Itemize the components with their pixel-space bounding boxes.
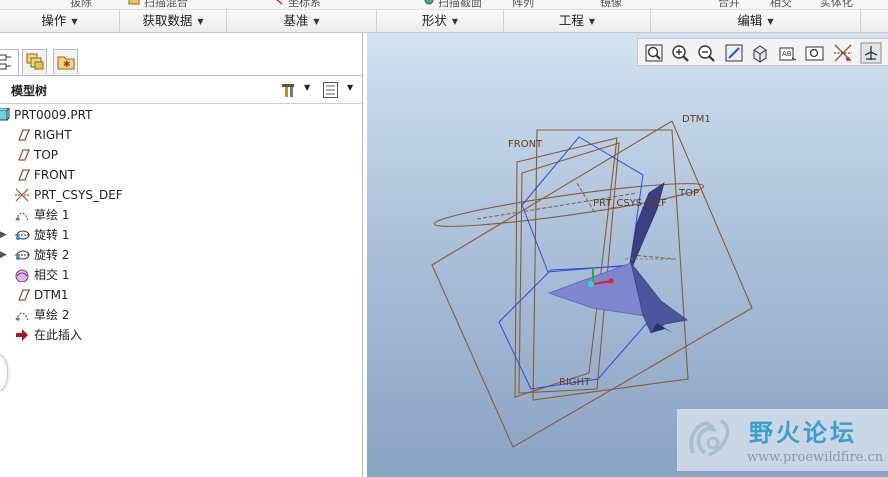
divider bbox=[0, 103, 362, 104]
group-editing-label: 编辑 bbox=[737, 13, 763, 28]
ribbon-command-1[interactable]: 扫描混合 bbox=[144, 0, 188, 9]
navigator-panel: ✱ 模型树 ▼ ▼ PRT0009.PRT RIGHT TOP FRONT PR… bbox=[0, 33, 363, 477]
chevron-down-icon: ▼ bbox=[767, 17, 774, 26]
group-get-data[interactable]: 获取数据 ▼ bbox=[120, 10, 227, 32]
tree-item-label: FRONT bbox=[34, 168, 75, 182]
datum-plane-right bbox=[532, 129, 689, 401]
chevron-down-icon[interactable]: ▼ bbox=[347, 83, 353, 101]
expand-arrow-icon[interactable]: ▶ bbox=[0, 246, 10, 264]
group-get-data-label: 获取数据 bbox=[142, 13, 193, 28]
surface-petal-upper bbox=[629, 182, 665, 266]
layer-tree-tab-icon[interactable] bbox=[22, 49, 47, 74]
revolve-icon bbox=[15, 230, 30, 240]
sketch-icon bbox=[15, 312, 29, 321]
model-tree-header: 模型树 ▼ ▼ bbox=[0, 79, 362, 101]
group-operations-label: 操作 bbox=[41, 13, 67, 28]
favorites-tab-icon[interactable]: ✱ bbox=[53, 49, 78, 74]
chevron-down-icon: ▼ bbox=[313, 17, 320, 26]
group-engineering-label: 工程 bbox=[558, 13, 584, 28]
tree-item-label: DTM1 bbox=[34, 288, 69, 302]
surface-petal-lower bbox=[630, 262, 688, 334]
tree-item-label: 在此插入 bbox=[34, 328, 83, 342]
ribbon-command-4[interactable]: 阵列 bbox=[512, 0, 534, 9]
refit-icon[interactable] bbox=[643, 42, 665, 64]
group-engineering[interactable]: 工程 ▼ bbox=[504, 10, 651, 32]
watermark-url: www.proewildfire.cn bbox=[747, 450, 884, 465]
tree-columns-icon[interactable] bbox=[322, 81, 340, 99]
chevron-down-icon: ▼ bbox=[451, 17, 459, 26]
zoom-out-icon[interactable] bbox=[695, 42, 717, 64]
ribbon-command-5[interactable]: 镜像 bbox=[600, 0, 622, 9]
saved-views-icon[interactable]: AB bbox=[777, 42, 799, 64]
group-editing[interactable]: 编辑 ▼ bbox=[651, 10, 861, 32]
wildfire-logo-icon bbox=[689, 419, 730, 457]
ribbon-group-bar: 操作 ▼ 获取数据 ▼ 基准 ▼ 形状 ▼ 工程 ▼ 编辑 ▼ bbox=[0, 10, 888, 33]
sweep-blend-icon[interactable] bbox=[128, 0, 140, 6]
tree-item-label: 旋转 1 bbox=[34, 228, 70, 242]
repaint-icon[interactable] bbox=[723, 42, 745, 64]
chevron-down-icon: ▼ bbox=[588, 17, 596, 26]
group-datum-label: 基准 bbox=[283, 13, 309, 28]
insert-here-arrow-icon bbox=[16, 329, 28, 341]
datum-plane-icon bbox=[18, 289, 30, 301]
coordinate-system-icon bbox=[15, 188, 29, 202]
tree-item-label: 相交 1 bbox=[34, 268, 70, 282]
ribbon-command-7[interactable]: 相交 bbox=[770, 0, 792, 9]
datum-label-right: RIGHT bbox=[559, 377, 591, 388]
chevron-down-icon[interactable]: ▼ bbox=[304, 83, 310, 101]
part-icon bbox=[0, 108, 10, 122]
panel-resize-handle[interactable] bbox=[0, 355, 8, 391]
svg-text:AB: AB bbox=[782, 50, 792, 58]
display-style-icon[interactable] bbox=[749, 42, 771, 64]
tools-icon[interactable] bbox=[280, 81, 298, 99]
tree-item-label: 草绘 1 bbox=[34, 208, 70, 222]
intersect-icon bbox=[15, 269, 29, 282]
tree-item-label: 旋转 2 bbox=[34, 248, 70, 262]
view-manager-icon[interactable] bbox=[804, 42, 826, 64]
group-shapes[interactable]: 形状 ▼ bbox=[377, 10, 504, 32]
tree-item-label: PRT0009.PRT bbox=[14, 108, 93, 122]
tree-item-label: PRT_CSYS_DEF bbox=[34, 188, 123, 202]
csys-icon[interactable] bbox=[272, 0, 284, 6]
group-operations[interactable]: 操作 ▼ bbox=[0, 10, 120, 32]
group-datum[interactable]: 基准 ▼ bbox=[227, 10, 377, 32]
ribbon-command-2[interactable]: 坐标系 bbox=[288, 0, 321, 9]
tree-item-label: RIGHT bbox=[34, 128, 72, 142]
group-shapes-label: 形状 bbox=[421, 13, 447, 28]
tree-item-label: 草绘 2 bbox=[34, 308, 70, 322]
spin-center-icon[interactable] bbox=[860, 42, 882, 64]
zoom-in-icon[interactable] bbox=[669, 42, 691, 64]
datum-plane-icon bbox=[18, 149, 30, 161]
datum-plane-icon bbox=[18, 129, 30, 141]
chevron-down-icon: ▼ bbox=[71, 17, 78, 26]
datum-display-icon[interactable] bbox=[832, 42, 854, 64]
datum-label-csys: PRT_CSYS_DEF bbox=[593, 198, 667, 209]
svg-text:✱: ✱ bbox=[63, 60, 71, 70]
datum-plane-icon bbox=[18, 169, 30, 181]
sketch-icon bbox=[15, 212, 29, 221]
datum-label-front: FRONT bbox=[508, 139, 543, 150]
forum-watermark: 野火论坛 www.proewildfire.cn bbox=[677, 409, 888, 471]
ribbon-command-0[interactable]: 拔除 bbox=[70, 0, 92, 9]
sweep-icon[interactable] bbox=[423, 0, 435, 6]
chevron-down-icon: ▼ bbox=[197, 17, 204, 26]
navigator-tabs: ✱ bbox=[0, 45, 362, 76]
view-toolbar: AB bbox=[637, 38, 888, 66]
model-tree-tab-icon[interactable] bbox=[0, 49, 19, 75]
datum-label-dtm1: DTM1 bbox=[682, 114, 711, 125]
tree-title: 模型树 bbox=[11, 84, 48, 98]
ribbon-command-3[interactable]: 扫描截面 bbox=[438, 0, 482, 9]
ribbon-command-strip: 拔除 扫描混合 坐标系 扫描截面 阵列 镜像 合并 相交 实体化 bbox=[0, 0, 888, 10]
revolve-icon bbox=[15, 250, 30, 260]
ribbon-command-6[interactable]: 合并 bbox=[718, 0, 740, 9]
datum-label-top: TOP bbox=[678, 188, 699, 199]
graphics-window[interactable]: DTM1 FRONT TOP PRT_CSYS_DEF RIGHT AB 野火论… bbox=[367, 33, 888, 477]
watermark-title: 野火论坛 bbox=[749, 419, 857, 447]
expand-arrow-icon[interactable]: ▶ bbox=[0, 226, 10, 244]
tree-item-label: TOP bbox=[34, 148, 59, 162]
ribbon-command-8[interactable]: 实体化 bbox=[820, 0, 853, 9]
